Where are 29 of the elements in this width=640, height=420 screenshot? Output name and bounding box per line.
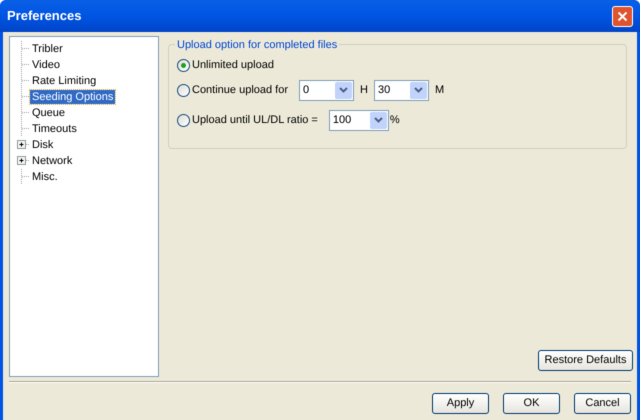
tree-item[interactable]: Rate Limiting [30,74,98,88]
dropdown-field[interactable]: 100 [328,110,389,130]
option-label[interactable]: Continue upload for [192,82,288,98]
radio-button[interactable] [177,114,190,126]
dropdown-field[interactable]: 0 [299,80,354,100]
tree-item[interactable]: Network [30,154,74,168]
tree-item[interactable]: Video [30,58,62,72]
unit-label: M [434,82,444,98]
option-label[interactable]: Upload until UL/DL ratio = [192,112,318,128]
tree-item[interactable]: Disk [30,138,56,152]
close-icon [617,10,628,22]
group-title: Upload option for completed files [175,37,340,54]
close-button[interactable] [612,6,633,26]
unit-label: H [360,82,368,98]
dialog-button[interactable]: Cancel [574,393,631,414]
tree-item[interactable]: Misc. [30,170,60,184]
radio-button[interactable] [177,58,190,72]
radio-button[interactable] [177,84,190,96]
tree-item[interactable]: Tribler [30,42,65,56]
option-label[interactable]: Unlimited upload [192,56,274,74]
tree-item[interactable]: Seeding Options [30,90,116,104]
window-title: Preferences [7,7,82,26]
unit-label: % [390,112,400,128]
tree-item[interactable]: Timeouts [30,122,79,136]
tree-item[interactable]: Queue [30,106,68,120]
dialog-button[interactable]: Restore Defaults [538,350,633,371]
dropdown-field[interactable]: 30 [374,80,429,100]
dialog-button[interactable]: OK [503,393,560,414]
dialog-button[interactable]: Apply [432,393,489,414]
